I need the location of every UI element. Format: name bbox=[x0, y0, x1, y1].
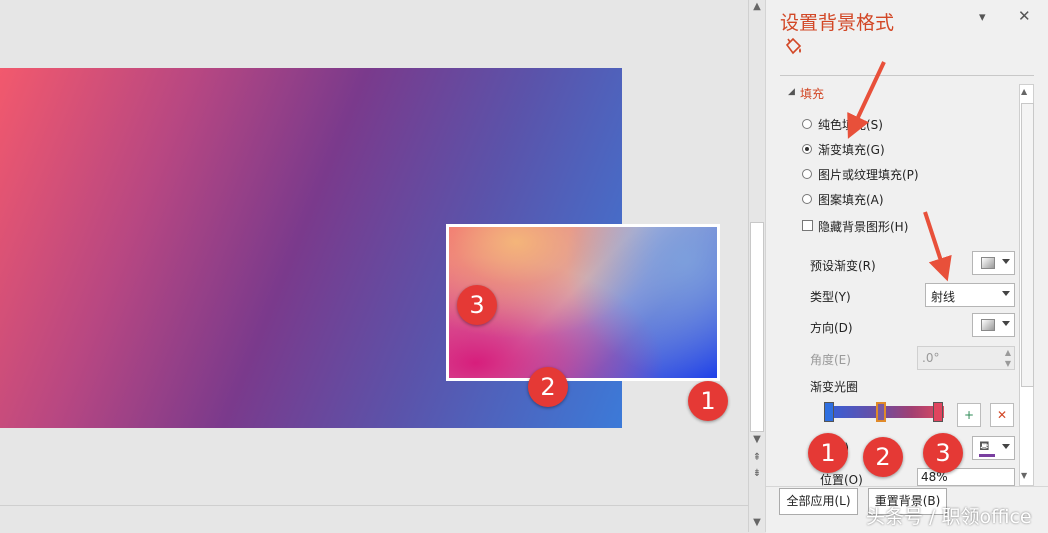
arrow-to-gradient-fill bbox=[847, 61, 886, 139]
arrow-to-type-select bbox=[923, 211, 952, 282]
annotation-arrows bbox=[847, 61, 952, 282]
watermark: 头条号 / 职领office bbox=[866, 506, 1032, 528]
